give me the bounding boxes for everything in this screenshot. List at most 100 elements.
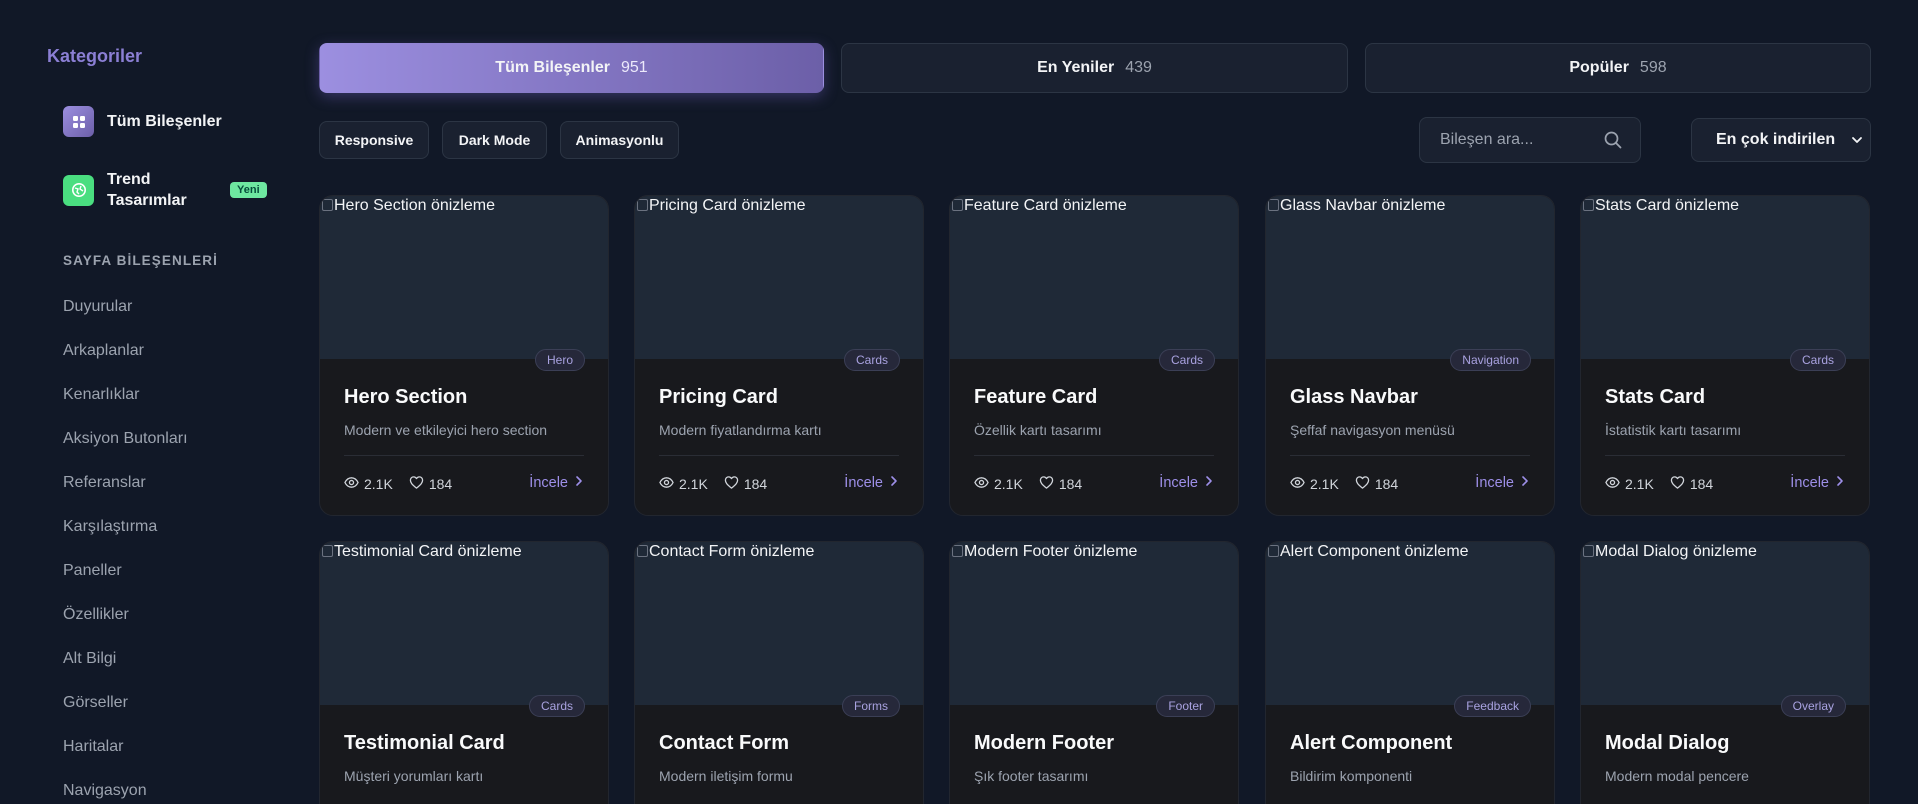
sidebar-link-footer[interactable]: Alt Bilgi	[63, 650, 116, 668]
sidebar-link-action-buttons[interactable]: Aksiyon Butonları	[63, 430, 188, 448]
heart-icon[interactable]	[1670, 475, 1690, 493]
section-title: SAYFA BİLEŞENLERİ	[63, 253, 218, 268]
card-preview-image[interactable]: Stats Card önizleme	[1581, 196, 1869, 359]
sidebar-title: Kategoriler	[47, 46, 143, 66]
category-badge: Footer	[1156, 695, 1215, 717]
broken-image-icon	[637, 199, 648, 211]
chevron-right-icon	[568, 475, 584, 491]
tab-popular[interactable]: Popüler 598	[1365, 43, 1871, 93]
inspect-label: İncele	[1475, 475, 1514, 491]
chevron-right-icon	[1829, 475, 1845, 491]
likes-stat: 184	[1355, 475, 1398, 493]
likes-stat: 184	[409, 475, 452, 493]
card-preview-image[interactable]: Testimonial Card önizleme	[320, 542, 608, 705]
views-stat: 2.1K	[1605, 475, 1654, 493]
search-input[interactable]	[1420, 118, 1590, 162]
broken-image-icon	[1583, 199, 1594, 211]
sidebar-link-features[interactable]: Özellikler	[63, 606, 129, 624]
broken-image-icon	[952, 199, 963, 211]
card-preview-image[interactable]: Hero Section önizleme	[320, 196, 608, 359]
tab-count: 439	[1125, 59, 1152, 76]
card-preview-image[interactable]: Contact Form önizleme	[635, 542, 923, 705]
category-badge: Cards	[1158, 349, 1215, 371]
eye-icon	[1605, 475, 1625, 493]
inspect-link[interactable]: İncele	[844, 475, 899, 491]
card-title: Hero Section	[344, 386, 468, 408]
component-card[interactable]: Pricing Card önizleme Cards Pricing Card…	[634, 195, 924, 516]
broken-image-icon	[322, 199, 333, 211]
component-card[interactable]: Contact Form önizleme Forms Contact Form…	[634, 541, 924, 804]
component-card[interactable]: Testimonial Card önizleme Cards Testimon…	[319, 541, 609, 804]
preview-alt-text: Pricing Card önizleme	[637, 197, 806, 215]
views-count: 2.1K	[994, 476, 1023, 492]
component-card[interactable]: Hero Section önizleme Hero Hero Section …	[319, 195, 609, 516]
component-card[interactable]: Modern Footer önizleme Footer Modern Foo…	[949, 541, 1239, 804]
sidebar-link-navigation[interactable]: Navigasyon	[63, 782, 147, 800]
eye-icon	[659, 475, 679, 493]
sidebar-link-backgrounds[interactable]: Arkaplanlar	[63, 342, 144, 360]
eye-icon	[344, 475, 364, 493]
heart-icon[interactable]	[409, 475, 429, 493]
views-stat: 2.1K	[344, 475, 393, 493]
card-preview-image[interactable]: Glass Navbar önizleme	[1266, 196, 1554, 359]
card-divider	[1290, 455, 1530, 456]
sidebar-link-images[interactable]: Görseller	[63, 694, 128, 712]
filter-responsive[interactable]: Responsive	[319, 121, 429, 159]
card-preview-image[interactable]: Modal Dialog önizleme	[1581, 542, 1869, 705]
card-title: Pricing Card	[659, 386, 778, 408]
card-divider	[974, 455, 1214, 456]
card-preview-image[interactable]: Modern Footer önizleme	[950, 542, 1238, 705]
sidebar-item-trend-designs[interactable]: Trend Tasarımlar	[63, 169, 207, 211]
heart-icon[interactable]	[1355, 475, 1375, 493]
card-title: Modal Dialog	[1605, 732, 1730, 754]
card-preview-image[interactable]: Alert Component önizleme	[1266, 542, 1554, 705]
card-description: Şık footer tasarımı	[974, 768, 1089, 784]
component-card[interactable]: Feature Card önizleme Cards Feature Card…	[949, 195, 1239, 516]
preview-alt-text: Feature Card önizleme	[952, 197, 1127, 215]
likes-count: 184	[1689, 476, 1714, 492]
card-description: Modern modal pencere	[1605, 768, 1749, 784]
card-preview-image[interactable]: Pricing Card önizleme	[635, 196, 923, 359]
sidebar-link-maps[interactable]: Haritalar	[63, 738, 123, 756]
sidebar-link-borders[interactable]: Kenarlıklar	[63, 386, 139, 404]
inspect-link[interactable]: İncele	[1475, 475, 1530, 491]
category-badge: Overlay	[1780, 695, 1846, 717]
inspect-link[interactable]: İncele	[529, 475, 584, 491]
broken-image-icon	[952, 545, 963, 557]
sidebar-link-panels[interactable]: Paneller	[63, 562, 122, 580]
eye-icon	[974, 475, 994, 493]
preview-alt-label: Contact Form önizleme	[649, 543, 815, 560]
heart-icon[interactable]	[724, 475, 744, 493]
sidebar-link-announcements[interactable]: Duyurular	[63, 298, 132, 316]
sidebar-item-all-components[interactable]: Tüm Bileşenler	[63, 106, 222, 137]
filter-dark-mode[interactable]: Dark Mode	[442, 121, 547, 159]
filter-animated[interactable]: Animasyonlu	[560, 121, 679, 159]
chevron-right-icon	[883, 475, 899, 491]
sort-select[interactable]: En çok indirilen	[1691, 118, 1871, 162]
preview-alt-text: Glass Navbar önizleme	[1268, 197, 1445, 215]
card-description: İstatistik kartı tasarımı	[1605, 422, 1742, 438]
card-title: Glass Navbar	[1290, 386, 1418, 408]
sidebar-link-testimonials[interactable]: Referanslar	[63, 474, 146, 492]
tab-all-components[interactable]: Tüm Bileşenler 951	[319, 43, 824, 93]
inspect-link[interactable]: İncele	[1159, 475, 1214, 491]
inspect-link[interactable]: İncele	[1790, 475, 1845, 491]
sidebar-item-label: Trend Tasarımlar	[107, 171, 187, 209]
inspect-label: İncele	[1790, 475, 1829, 491]
sort-selected-value: En çok indirilen	[1716, 131, 1836, 148]
component-card[interactable]: Glass Navbar önizleme Navigation Glass N…	[1265, 195, 1555, 516]
component-card[interactable]: Stats Card önizleme Cards Stats Card İst…	[1580, 195, 1870, 516]
component-card[interactable]: Modal Dialog önizleme Overlay Modal Dial…	[1580, 541, 1870, 804]
tab-label: Popüler	[1569, 59, 1629, 76]
component-card[interactable]: Alert Component önizleme Feedback Alert …	[1265, 541, 1555, 804]
card-title: Stats Card	[1605, 386, 1706, 408]
search-icon[interactable]	[1604, 131, 1622, 154]
card-preview-image[interactable]: Feature Card önizleme	[950, 196, 1238, 359]
tab-newest[interactable]: En Yeniler 439	[841, 43, 1348, 93]
preview-alt-text: Modal Dialog önizleme	[1583, 543, 1757, 561]
preview-alt-label: Modal Dialog önizleme	[1595, 543, 1757, 560]
category-badge: Forms	[842, 695, 900, 717]
heart-icon[interactable]	[1039, 475, 1059, 493]
card-title: Modern Footer	[974, 732, 1114, 754]
sidebar-link-comparison[interactable]: Karşılaştırma	[63, 518, 157, 536]
